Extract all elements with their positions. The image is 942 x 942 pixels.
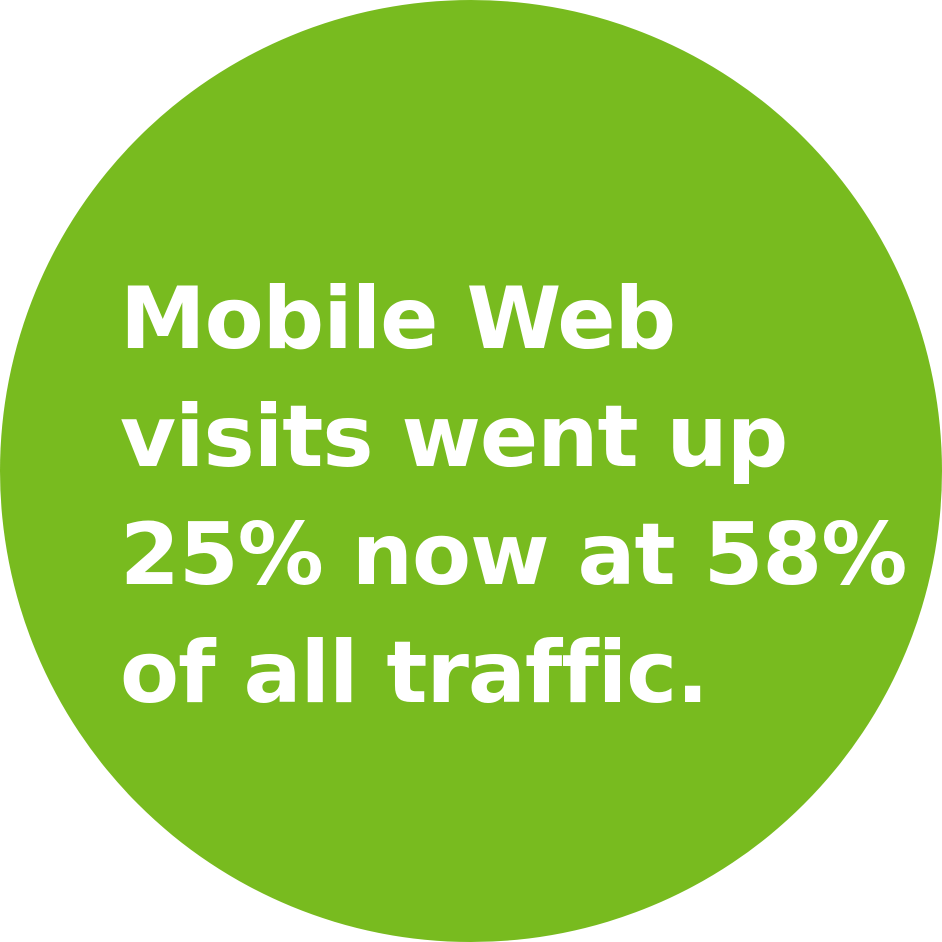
headline-line-2: visits went up [120, 387, 788, 487]
headline-line-3: 25% now at 58% [120, 505, 907, 605]
stat-graphic: Mobile Web visits went up 25% now at 58%… [0, 0, 942, 942]
headline-line-4: of all traffic. [120, 623, 709, 723]
headline-line-1: Mobile Web [120, 269, 676, 369]
stat-headline: Mobile Web visits went up 25% now at 58%… [120, 260, 907, 732]
